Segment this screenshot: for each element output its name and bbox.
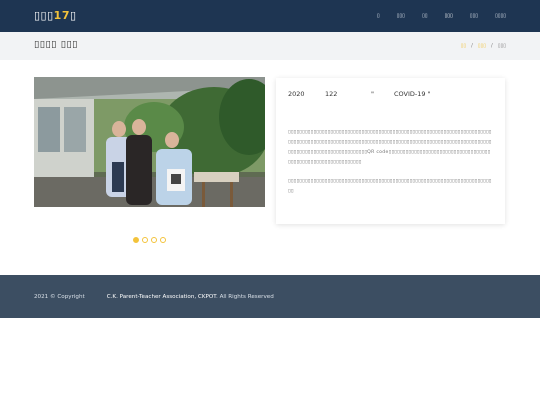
breadcrumb: ▯▯ / ▯▯▯ / ▯▯▯ [461,43,506,50]
breadcrumb-current: ▯▯▯ [497,43,506,49]
article-paragraph: ▯▯▯▯▯▯▯▯▯▯▯▯▯▯▯▯▯▯▯▯▯▯▯▯▯▯▯▯▯▯▯▯▯▯▯▯▯▯▯▯… [288,130,492,165]
page-title-bar: ▯▯▯▯ ▯▯▯ ▯▯ / ▯▯▯ / ▯▯▯ [0,32,540,60]
site-logo[interactable]: ▯▯▯17▯ [34,9,77,23]
article-card: 2020 122 " COVID-19 " ▯▯▯▯▯▯▯▯▯▯▯▯▯▯▯▯▯▯… [276,78,505,224]
article-quote: " [371,90,374,98]
photo-volunteers-at-gate [34,77,265,207]
nav-item-2[interactable]: ▯▯▯ [397,12,405,20]
carousel-slide-photo[interactable] [34,77,265,207]
article-header: 2020 122 " COVID-19 " [288,90,493,99]
carousel-dot-icon[interactable] [160,237,166,243]
organization-name: C.K. Parent-Teacher Association, CKPOT [106,294,217,300]
brand-text-tail: ▯ [69,9,77,22]
carousel-dot-icon[interactable] [133,237,139,243]
site-footer: 2021 © Copyright C.K. Parent-Teacher Ass… [0,275,540,318]
page-title: ▯▯▯▯ ▯▯▯ [34,39,78,50]
breadcrumb-separator: / [491,43,493,49]
rights-text: . All Rights Reserved [216,294,274,300]
nav-item-6[interactable]: ▯▯▯▯ [495,12,506,20]
carousel-indicators [133,237,166,243]
nav-item-home[interactable]: ▯ [377,12,380,20]
nav-item-5[interactable]: ▯▯▯ [470,12,478,20]
footer-rights: C.K. Parent-Teacher Association, CKPOT. … [107,293,274,301]
main-nav: ▯ ▯▯▯ ▯▯ ▯▯▯ ▯▯▯ ▯▯▯▯ [377,12,506,20]
breadcrumb-separator: / [471,43,473,49]
footer-copyright: 2021 © Copyright C.K. Parent-Teacher Ass… [34,293,274,301]
breadcrumb-section[interactable]: ▯▯▯ [478,43,486,50]
article-topic: COVID-19 " [394,90,431,98]
article-year: 2020 [288,90,305,98]
top-navbar: ▯▯▯17▯ ▯ ▯▯▯ ▯▯ ▯▯▯ ▯▯▯ ▯▯▯▯ [0,0,540,32]
carousel-dot-icon[interactable] [142,237,148,243]
nav-item-4-active[interactable]: ▯▯▯ [444,12,452,20]
breadcrumb-home[interactable]: ▯▯ [461,43,467,50]
nav-item-3[interactable]: ▯▯ [422,12,428,20]
carousel-dot-icon[interactable] [151,237,157,243]
copyright-text: 2021 © Copyright [34,294,85,300]
brand-number: 17 [53,9,70,22]
article-paragraph: ▯▯▯▯▯▯▯▯▯▯▯▯▯▯▯▯▯▯▯▯▯▯▯▯▯▯▯▯▯▯▯▯▯▯▯▯▯▯▯▯… [288,179,492,194]
article-number: 122 [325,90,338,98]
brand-text: ▯▯▯ [34,9,54,22]
